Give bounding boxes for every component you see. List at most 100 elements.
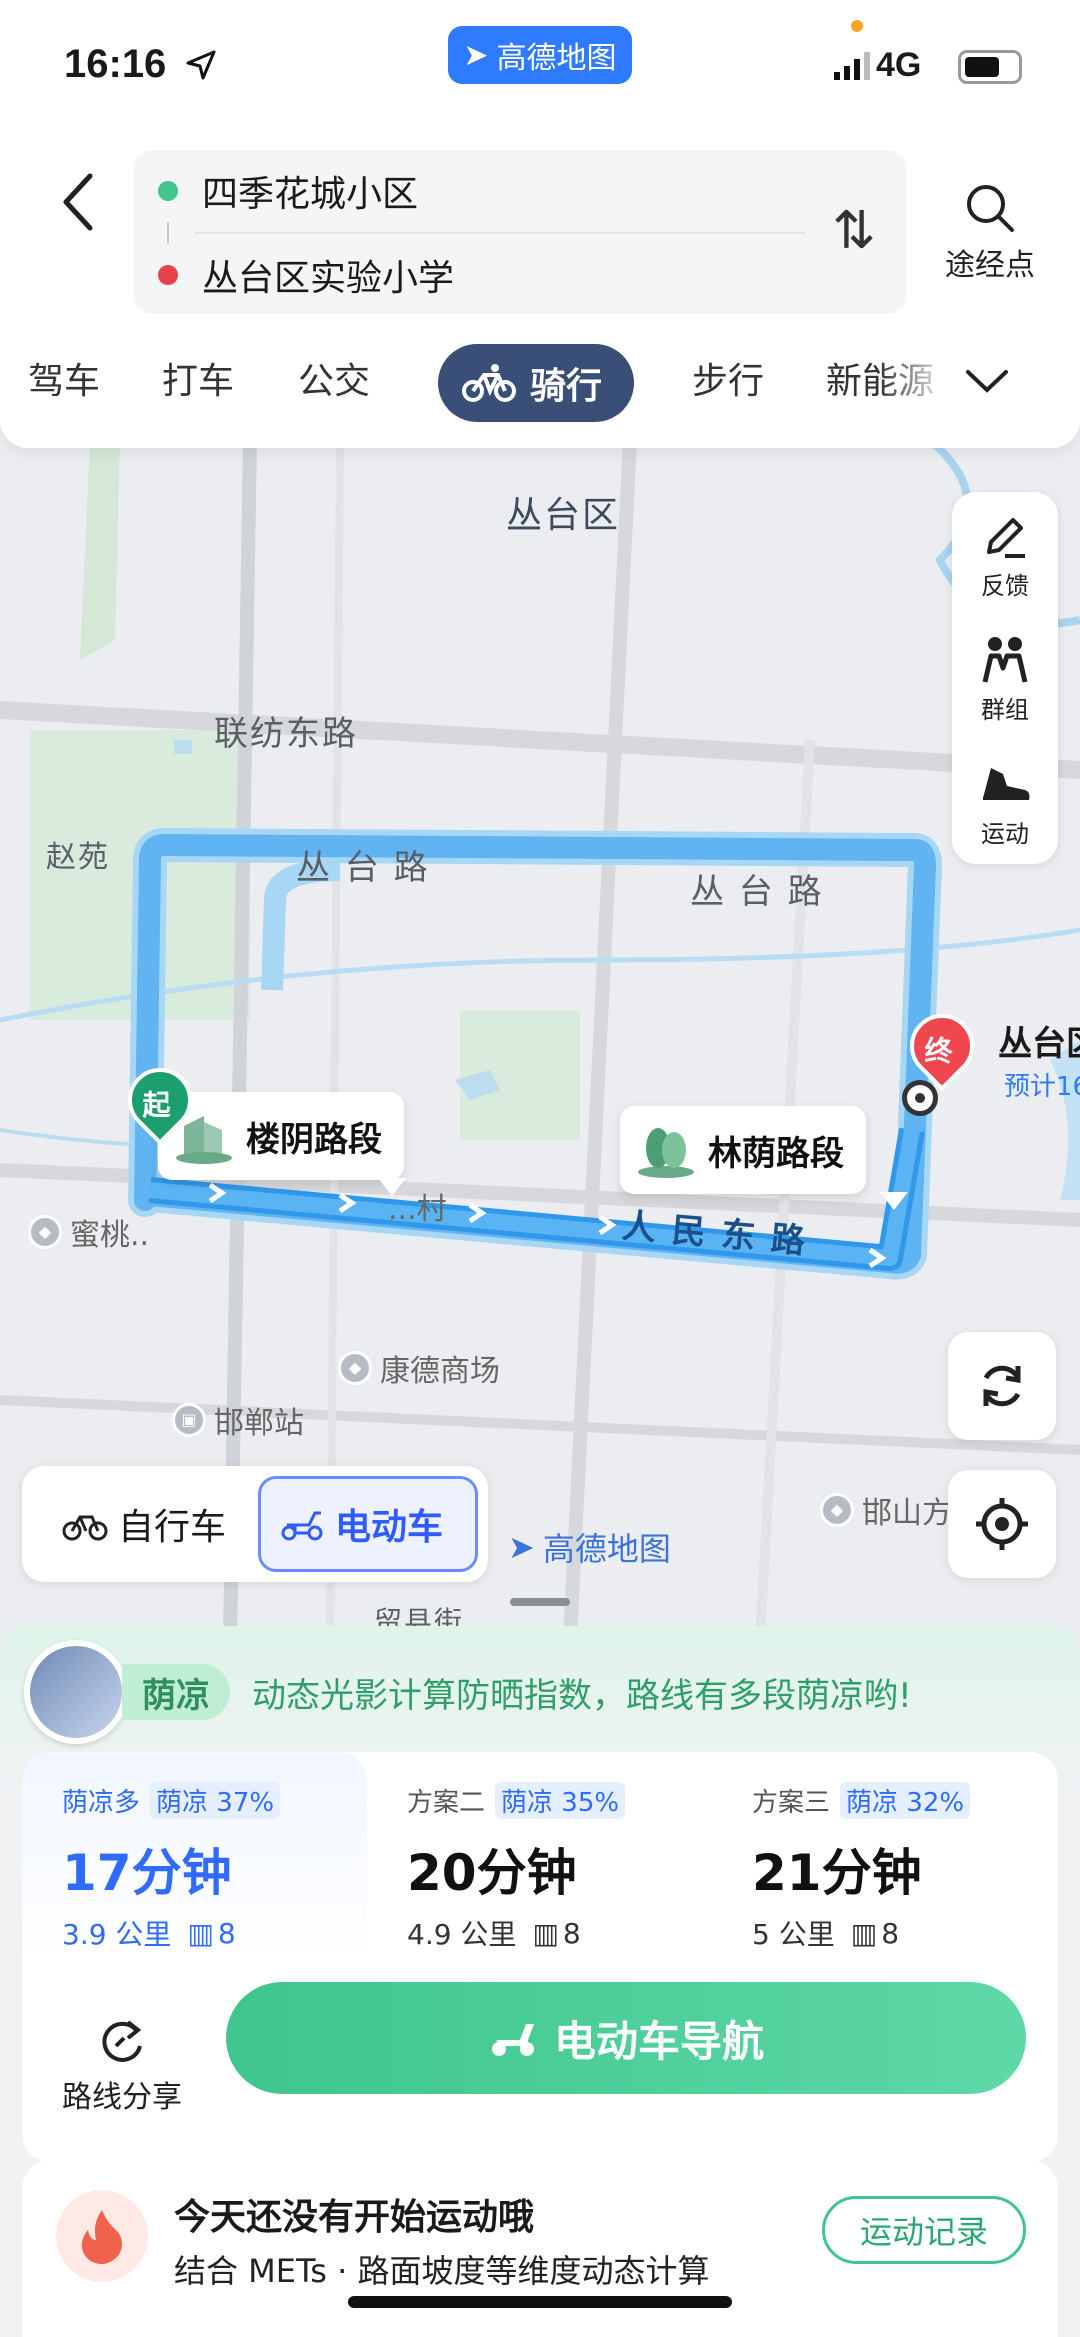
place-label-zhaoyuan: 赵苑 <box>46 840 110 875</box>
amap-logo-icon: ➤ <box>463 37 489 73</box>
road-label-congtai-2: 丛 台 路 <box>690 872 824 912</box>
poi-kangde[interactable]: ◆ 康德商场 <box>338 1346 500 1390</box>
locate-crosshair-icon <box>976 1498 1028 1550</box>
share-route-button[interactable]: 路线分享 <box>52 2016 192 2116</box>
sport-record-button[interactable]: 运动记录 <box>822 2196 1026 2264</box>
scooter-icon <box>491 2024 534 2056</box>
destination-dot-icon <box>158 265 178 285</box>
shade-tag: 荫凉 <box>122 1664 230 1720</box>
tab-drive[interactable]: 驾车 <box>28 352 100 404</box>
poi-handan-station[interactable]: ▣ 邯郸站 <box>172 1398 304 1442</box>
plan-distance: 3.9 公里 <box>62 1918 172 1951</box>
shopping-bag-icon: ◆ <box>28 1215 62 1249</box>
bicycle-icon <box>62 1515 108 1541</box>
origin-text: 四季花城小区 <box>202 174 419 215</box>
tab-cycling[interactable]: 骑行 <box>438 344 635 422</box>
location-arrow-icon <box>186 50 216 80</box>
back-arrow-icon[interactable] <box>40 162 120 242</box>
start-navigation-button[interactable]: 电动车导航 <box>226 1982 1026 2094</box>
destination-eta-label: 预计16... <box>1004 1072 1080 1102</box>
sport-label: 运动 <box>981 820 1029 848</box>
end-point-dot <box>902 1080 938 1116</box>
shade-banner[interactable]: 荫凉 动态光影计算防晒指数，路线有多段荫凉哟! <box>24 1640 1064 1744</box>
tab-taxi[interactable]: 打车 <box>162 352 234 404</box>
tab-cycling-label: 骑行 <box>530 366 603 407</box>
end-marker-label: 终 <box>924 1034 953 1068</box>
shade-message: 动态光影计算防晒指数，路线有多段荫凉哟! <box>252 1675 912 1716</box>
traffic-light-icon: ▥ <box>850 1916 878 1950</box>
edit-pencil-icon <box>987 518 1025 558</box>
route-header: 四季花城小区 丛台区实验小学 ⇅ 途经点 驾车 打车 公交 骑行 步行 新能源 <box>0 140 1080 448</box>
tree-icon <box>638 1128 694 1178</box>
option-ebike[interactable]: 电动车 <box>258 1476 478 1572</box>
traffic-light-icon: ▥ <box>187 1916 214 1950</box>
scooter-icon <box>281 1511 323 1541</box>
origin-dot-icon <box>158 181 178 201</box>
plan-name: 荫凉多 <box>62 1788 141 1818</box>
refresh-icon <box>983 1365 1021 1407</box>
route-plans: 荫凉多 荫凉 37% 17分钟 3.9 公里 ▥ 8 方案二 荫凉 35% 20分钟 4… <box>22 1752 1058 1962</box>
shade-segment-label-1: 楼阴路段 <box>246 1119 382 1160</box>
route-plan-1[interactable]: 荫凉多 荫凉 37% 17分钟 3.9 公里 ▥ 8 <box>22 1752 367 1962</box>
poi-handan-station-label: 邯郸站 <box>214 1406 304 1441</box>
search-icon <box>967 185 1014 232</box>
map-watermark-label: 高德地图 <box>542 1530 671 1568</box>
plan-traffic-lights: 8 <box>217 1916 236 1950</box>
destination-map-label: 丛台区... <box>998 1024 1080 1064</box>
tab-bus[interactable]: 公交 <box>298 352 370 404</box>
origin-field[interactable]: 四季花城小区 <box>158 156 418 226</box>
district-label: 丛台区 <box>506 495 621 536</box>
app-badge[interactable]: ➤ 高德地图 <box>448 26 632 84</box>
train-station-icon: ▣ <box>172 1403 206 1437</box>
tab-fade <box>880 340 950 424</box>
travel-mode-tabs: 驾车 打车 公交 骑行 步行 新能源 <box>0 340 1080 424</box>
plan-duration: 20分钟 <box>407 1844 577 1902</box>
destination-field[interactable]: 丛台区实验小学 <box>158 240 454 310</box>
poi-mitao[interactable]: ◆ 蜜桃.. <box>28 1210 149 1254</box>
shade-building-avatar <box>24 1640 128 1744</box>
plan-shade-badge: 荫凉 35% <box>495 1782 626 1819</box>
privacy-dot-icon <box>851 20 863 32</box>
traffic-light-icon: ▥ <box>532 1916 559 1950</box>
shopping-bag-icon: ◆ <box>338 1351 372 1385</box>
signal-icon <box>834 52 870 80</box>
group-label: 群组 <box>981 696 1029 724</box>
plan-shade-badge: 荫凉 32% <box>840 1782 971 1819</box>
via-point-button[interactable]: 途经点 <box>930 182 1050 284</box>
drag-handle[interactable] <box>510 1598 570 1606</box>
route-input-box: 四季花城小区 丛台区实验小学 ⇅ <box>134 150 906 314</box>
poi-kangde-label: 康德商场 <box>380 1354 500 1389</box>
refresh-route-button[interactable] <box>948 1332 1056 1440</box>
shade-segment-bubble-2[interactable]: 林荫路段 <box>620 1106 908 1210</box>
sport-button[interactable]: 运动 <box>952 740 1058 864</box>
map-watermark: ➤ 高德地图 <box>508 1524 671 1570</box>
bubble-tail <box>378 1178 406 1196</box>
feedback-button[interactable]: 反馈 <box>952 492 1058 616</box>
locate-me-button[interactable] <box>948 1470 1056 1578</box>
running-shoe-icon <box>983 768 1030 800</box>
feedback-label: 反馈 <box>981 572 1029 600</box>
shade-segment-bubble-1[interactable]: 楼阴路段 <box>158 1092 406 1196</box>
bike-type-toggle: 自行车 电动车 <box>22 1466 488 1582</box>
share-icon <box>102 2020 142 2062</box>
option-bicycle[interactable]: 自行车 <box>44 1476 244 1572</box>
chevron-down-icon[interactable] <box>962 356 1012 406</box>
plan-name: 方案二 <box>407 1788 486 1818</box>
plan-shade-badge: 荫凉 37% <box>150 1782 281 1819</box>
road-label-congtai-1: 丛 台 路 <box>296 848 430 888</box>
network-label: 4G <box>876 46 922 84</box>
map-view[interactable]: 丛台区 联纺东路 丛 台 路 丛 台 路 人 民 东 路 留县街 赵苑 ◆ 康德… <box>0 440 1080 1640</box>
group-button[interactable]: 群组 <box>952 616 1058 740</box>
route-plan-2[interactable]: 方案二 荫凉 35% 20分钟 4.9 公里 ▥ 8 <box>367 1752 712 1962</box>
bubble-tail <box>880 1192 908 1210</box>
option-ebike-label: 电动车 <box>335 1507 444 1548</box>
swap-icon[interactable]: ⇅ <box>824 196 884 266</box>
home-indicator[interactable] <box>348 2296 732 2308</box>
tab-walk[interactable]: 步行 <box>692 352 764 404</box>
plan-traffic-lights: 8 <box>562 1916 581 1950</box>
plan-distance: 5 公里 <box>752 1918 835 1951</box>
status-time: 16:16 <box>64 42 167 86</box>
sport-card: 今天还没有开始运动哦 结合 METs · 路面坡度等维度动态计算 运动记录 <box>22 2160 1058 2337</box>
start-marker-label: 起 <box>142 1088 171 1122</box>
route-plan-3[interactable]: 方案三 荫凉 32% 21分钟 5 公里 ▥ 8 <box>712 1752 1057 1962</box>
